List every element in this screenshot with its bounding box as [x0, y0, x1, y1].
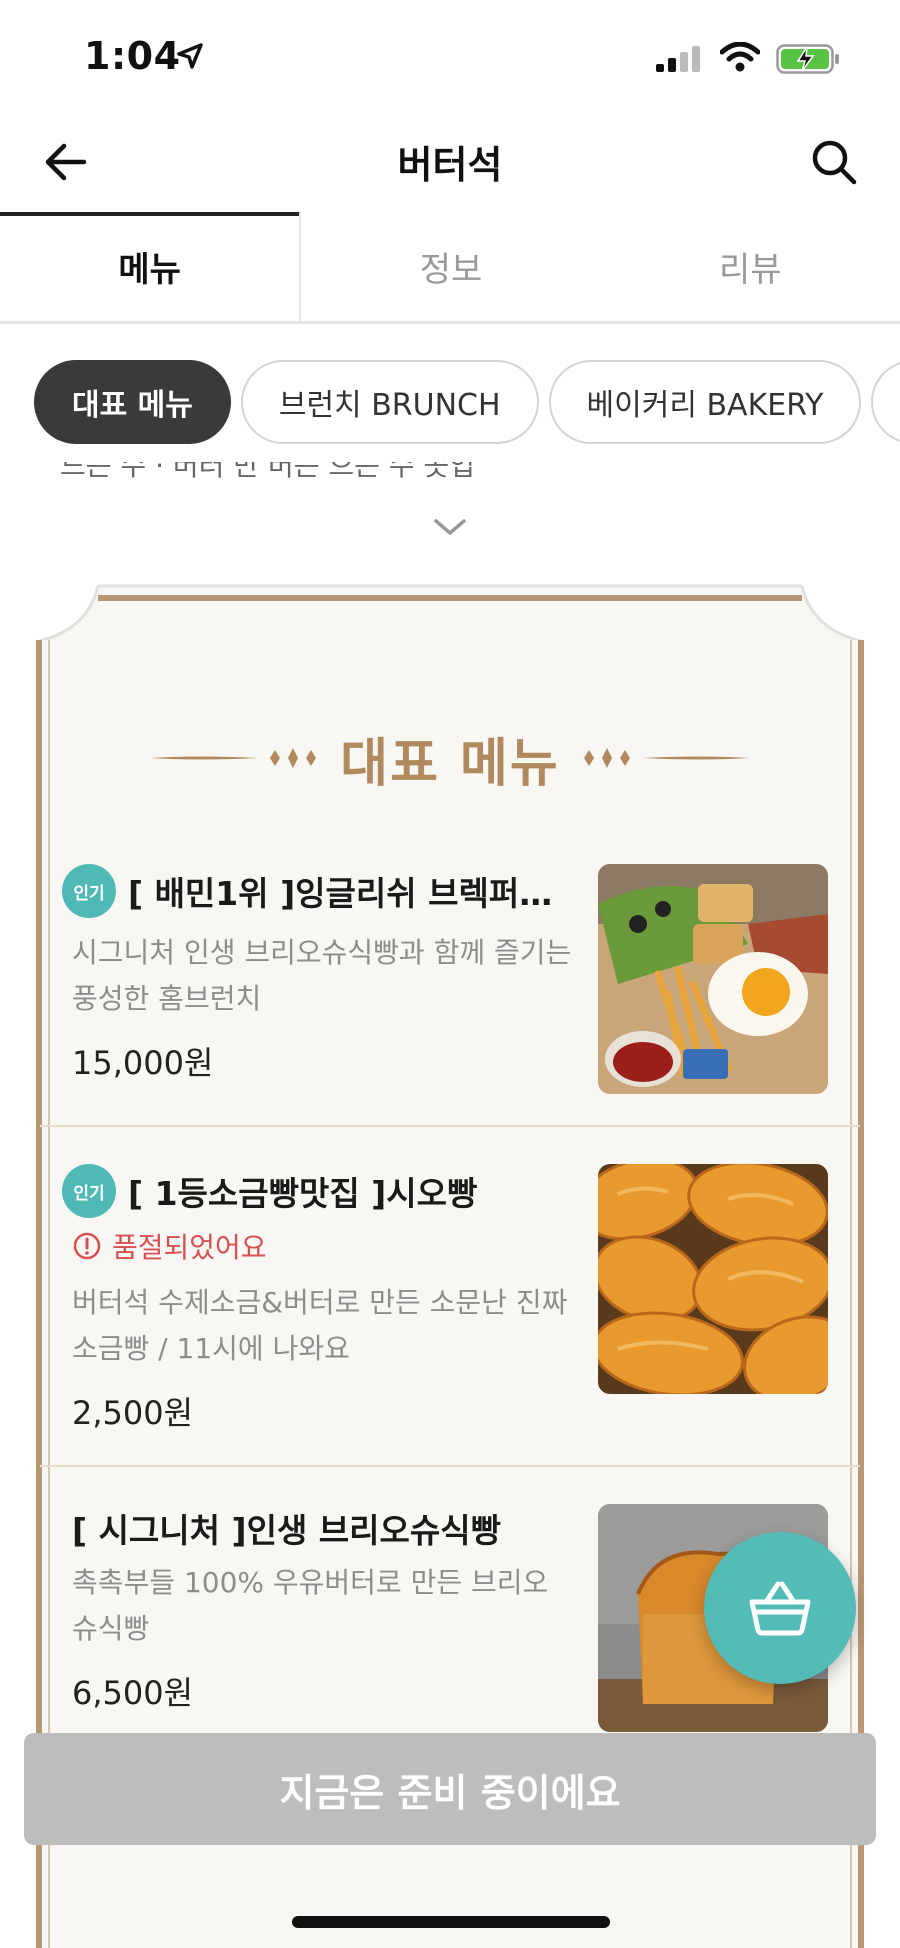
store-tabs: 메뉴 정보 리뷰: [0, 212, 900, 324]
chip-cafe[interactable]: 카: [871, 360, 900, 444]
ornament-right-icon: [583, 748, 750, 768]
home-indicator: [292, 1916, 610, 1928]
menu-item-description: 촉촉부들 100% 우유버터로 만든 브리오슈식빵: [72, 1566, 549, 1645]
chip-signature-menu[interactable]: 대표 메뉴: [34, 360, 231, 444]
menu-item-title-row: [ 시그니처 ]인생 브리오슈식빵: [72, 1504, 501, 1552]
menu-item-name: [ 1등소금빵맛집 ]시오빵: [128, 1174, 478, 1213]
menu-divider: [40, 1125, 860, 1127]
chip-bakery[interactable]: 베이커리 BAKERY: [548, 360, 862, 444]
menu-item-title-row: 인기 [ 배민1위 ]잉글리쉬 브렉퍼…: [62, 864, 558, 918]
store-title: 버터석: [397, 143, 503, 187]
menu-item-description: 시그니처 인생 브리오슈식빵과 함께 즐기는 풍성한 홈브런치: [72, 936, 572, 1015]
menu-item-description: 버터석 수제소금&버터로 만든 소문난 진짜 소금빵 / 11시에 나와요: [72, 1286, 568, 1365]
search-button[interactable]: [804, 132, 864, 192]
salt-bread-photo: [598, 1164, 828, 1394]
cellular-signal-icon: [656, 46, 700, 72]
menu-item-price: 15,000원: [72, 1044, 214, 1082]
popular-badge: 인기: [62, 864, 116, 918]
menu-divider: [40, 1465, 860, 1467]
status-bar: 1:04: [0, 0, 900, 110]
menu-item-salt-bread[interactable]: 인기 [ 1등소금빵맛집 ]시오빵 품절되었어요 버터석 수제소금&버터로 만든…: [40, 1160, 860, 1460]
soldout-text: 품절되었어요: [112, 1231, 267, 1264]
category-chips: 대표 메뉴 브런치 BRUNCH 베이커리 BAKERY 카: [34, 360, 900, 444]
ornament-left-icon: [150, 748, 317, 768]
menu-item-title-row: 인기 [ 1등소금빵맛집 ]시오빵: [62, 1164, 477, 1218]
chevron-down-icon[interactable]: [432, 516, 468, 538]
wifi-icon: [720, 42, 760, 72]
location-arrow-icon: [177, 43, 203, 69]
store-intro-text-content: 드는 수 · 버터 만 버는 으는 수 곳입: [60, 462, 475, 480]
cart-button[interactable]: [704, 1532, 856, 1684]
section-title-text: 대표 메뉴: [340, 733, 560, 794]
menu-item-price: 6,500원: [72, 1674, 194, 1712]
tab-info[interactable]: 정보: [301, 212, 600, 321]
section-title: 대표 메뉴: [0, 725, 900, 794]
menu-item-name: [ 배민1위 ]잉글리쉬 브렉퍼…: [128, 874, 553, 913]
alert-circle-icon: [73, 1232, 101, 1260]
battery-charging-icon: [776, 44, 839, 74]
menu-item-english-breakfast[interactable]: 인기 [ 배민1위 ]잉글리쉬 브렉퍼… 시그니처 인생 브리오슈식빵과 함께 …: [40, 860, 860, 1126]
order-status-button[interactable]: 지금은 준비 중이에요: [24, 1733, 876, 1845]
tab-review[interactable]: 리뷰: [601, 212, 900, 321]
english-breakfast-photo: [598, 864, 828, 1094]
menu-item-price: 2,500원: [72, 1394, 194, 1432]
status-time: 1:04: [84, 34, 181, 78]
tab-menu[interactable]: 메뉴: [0, 212, 302, 321]
search-icon: [812, 140, 857, 185]
popular-badge: 인기: [62, 1164, 116, 1218]
soldout-notice: 품절되었어요: [72, 1226, 267, 1266]
chip-brunch[interactable]: 브런치 BRUNCH: [240, 360, 539, 444]
app-header: 버터석: [0, 110, 900, 210]
menu-item-name: [ 시그니처 ]인생 브리오슈식빵: [72, 1511, 501, 1550]
shopping-basket-icon: [749, 1581, 811, 1636]
store-intro-text: 드는 수 · 버터 만 버는 으는 수 곳입: [60, 462, 475, 480]
